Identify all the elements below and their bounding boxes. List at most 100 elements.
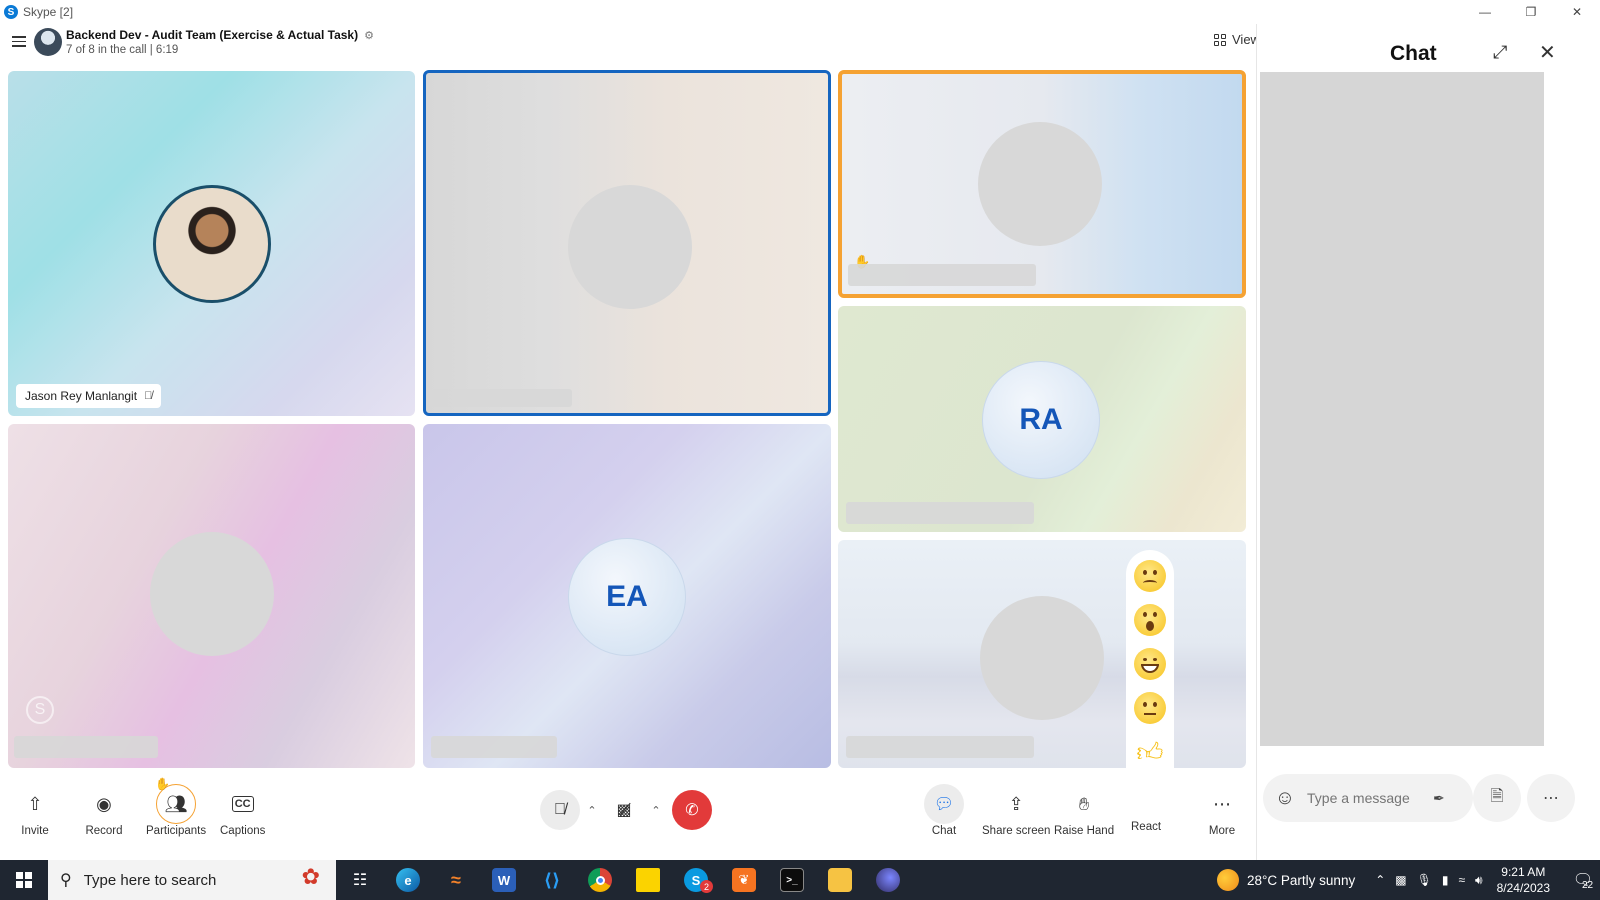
- task-view-button[interactable]: ☷: [336, 860, 384, 900]
- react-button[interactable]: React: [1131, 820, 1161, 833]
- participant-tile[interactable]: [423, 70, 831, 416]
- taskbar-app-sublime[interactable]: ≈: [432, 860, 480, 900]
- record-button[interactable]: ◉ Record: [84, 784, 124, 838]
- participants-button[interactable]: 👥︎ ✋ Participants: [146, 777, 206, 837]
- avatar: [153, 185, 271, 303]
- volume-icon[interactable]: 🔊︎: [1475, 873, 1483, 888]
- video-options-chevron-icon[interactable]: ⌃: [644, 804, 668, 817]
- raise-hand-label: Raise Hand: [1054, 825, 1115, 837]
- participant-tile[interactable]: S: [8, 424, 415, 768]
- chat-title: Chat: [1390, 42, 1437, 65]
- camera-off-icon: ▩̸: [616, 802, 632, 819]
- participant-tile[interactable]: ✋: [838, 70, 1246, 298]
- skype-logo-icon: S: [4, 5, 18, 19]
- more-button[interactable]: ⋯ More: [1202, 784, 1242, 838]
- share-screen-button[interactable]: ⇪ Share screen: [982, 784, 1050, 838]
- meet-now-icon[interactable]: ▩: [1395, 873, 1406, 888]
- mic-off-icon: 🎙̸: [144, 390, 153, 402]
- close-window-button[interactable]: ✕: [1554, 0, 1600, 24]
- emoji-picker-icon[interactable]: ☺: [1263, 787, 1307, 810]
- clock-date: 8/24/2023: [1496, 881, 1550, 895]
- battery-icon[interactable]: ▮: [1442, 873, 1449, 888]
- audio-options-chevron-icon[interactable]: ⌃: [580, 804, 604, 817]
- taskbar-app-chrome[interactable]: [576, 860, 624, 900]
- participant-tile[interactable]: EA: [423, 424, 831, 768]
- more-icon: ⋯: [1543, 790, 1559, 807]
- chat-button[interactable]: 💬︎ Chat: [924, 784, 964, 837]
- call-header: Backend Dev - Audit Team (Exercise & Act…: [0, 24, 1280, 68]
- participant-name-placeholder: [431, 736, 557, 758]
- taskbar-app-vscode[interactable]: ⟨⟩: [528, 860, 576, 900]
- start-button[interactable]: [0, 860, 48, 900]
- chat-panel: Chat ⤢ ✕ ☺ ✒ 🗎︎ ⋯: [1256, 24, 1600, 860]
- chat-icon: 💬︎: [924, 784, 964, 824]
- raise-hand-button[interactable]: ✋︎ Raise Hand: [1054, 784, 1115, 838]
- taskbar-app-xampp[interactable]: ❦: [720, 860, 768, 900]
- taskbar-app-edge[interactable]: e: [384, 860, 432, 900]
- taskbar-clock[interactable]: 9:21 AM 8/24/2023: [1497, 864, 1550, 896]
- end-call-button[interactable]: ✆: [672, 790, 712, 830]
- captions-button[interactable]: CC Captions: [220, 784, 265, 837]
- close-icon[interactable]: ✕: [1539, 40, 1556, 65]
- message-input[interactable]: [1307, 790, 1427, 806]
- laugh-emoji-icon[interactable]: [1134, 648, 1166, 680]
- participant-tile[interactable]: Jason Rey Manlangit 🎙̸: [8, 71, 415, 416]
- surprised-emoji-icon[interactable]: [1134, 604, 1166, 636]
- microphone-icon[interactable]: 🎙︎: [1417, 873, 1432, 888]
- system-tray: 28°C Partly sunny ⌃ ▩ 🎙︎ ▮ ≈ 🔊︎ 9:21 AM …: [1217, 860, 1600, 900]
- expand-icon[interactable]: ⤢: [1493, 42, 1507, 63]
- taskbar-app-obs[interactable]: [864, 860, 912, 900]
- vscode-icon: ⟨⟩: [543, 869, 561, 890]
- windows-taskbar: ⚲ Type here to search ✿ ☷ e ≈ W ⟨⟩ S 2 ❦…: [0, 860, 1600, 900]
- hang-up-icon: ✆: [685, 802, 699, 819]
- participant-name-placeholder: [14, 736, 158, 758]
- share-icon: ⇧: [27, 793, 43, 814]
- view-button[interactable]: View: [1214, 32, 1260, 47]
- invite-button[interactable]: ⇧ Invite: [15, 784, 55, 838]
- participant-name-placeholder: [846, 502, 1034, 524]
- participant-name-pill: Jason Rey Manlangit 🎙̸: [16, 384, 162, 408]
- avatar: EA: [568, 538, 686, 656]
- window-controls: — ❐ ✕: [1462, 0, 1600, 24]
- taskbar-search[interactable]: ⚲ Type here to search ✿: [48, 860, 336, 900]
- group-avatar[interactable]: [34, 28, 62, 56]
- more-options-button[interactable]: ⋯: [1527, 774, 1575, 822]
- media-controls: 🎙̸ ⌃ ▩̸ ⌃ ✆: [540, 790, 712, 830]
- camera-button[interactable]: ▩̸: [604, 790, 644, 830]
- restore-button[interactable]: ❐: [1508, 0, 1554, 24]
- participant-tile[interactable]: [838, 540, 1246, 768]
- react-label: React: [1131, 821, 1162, 833]
- minimize-button[interactable]: —: [1462, 0, 1508, 24]
- taskbar-app-terminal[interactable]: >_: [768, 860, 816, 900]
- mute-button[interactable]: 🎙̸: [540, 790, 580, 830]
- edge-icon: e: [396, 868, 420, 892]
- sublime-icon: ≈: [451, 869, 461, 890]
- wifi-icon[interactable]: ≈: [1458, 873, 1465, 888]
- notification-center-button[interactable]: 🗨︎ 22: [1566, 870, 1600, 891]
- xampp-icon: ❦: [732, 868, 756, 892]
- participant-name: Jason Rey Manlangit: [25, 389, 138, 403]
- word-icon: W: [492, 868, 516, 892]
- thinking-emoji-icon[interactable]: [1134, 692, 1166, 724]
- share-screen-icon: ⇪: [1008, 793, 1024, 814]
- avatar: [150, 532, 274, 656]
- partly-sunny-icon: [1217, 869, 1239, 891]
- taskbar-app-sticky-notes[interactable]: [624, 860, 672, 900]
- taskbar-app-file-explorer[interactable]: [816, 860, 864, 900]
- call-title[interactable]: Backend Dev - Audit Team (Exercise & Act…: [66, 28, 374, 42]
- sad-emoji-icon[interactable]: [1134, 560, 1166, 592]
- taskbar-app-word[interactable]: W: [480, 860, 528, 900]
- avatar: [980, 596, 1104, 720]
- chevron-up-icon[interactable]: ⌃: [1375, 873, 1385, 888]
- tray-icons: ⌃ ▩ 🎙︎ ▮ ≈ 🔊︎: [1375, 873, 1482, 888]
- task-view-icon: ☷: [352, 872, 368, 889]
- taskbar-app-skype[interactable]: S 2: [672, 860, 720, 900]
- participant-tile[interactable]: RA: [838, 306, 1246, 532]
- gear-icon[interactable]: ⚙: [364, 29, 374, 42]
- weather-widget[interactable]: 28°C Partly sunny: [1217, 869, 1355, 891]
- thumbs-up-icon[interactable]: 👍︎: [1134, 736, 1166, 768]
- format-text-icon[interactable]: ✒: [1433, 790, 1445, 807]
- invite-label: Invite: [21, 825, 49, 837]
- menu-icon[interactable]: [12, 36, 26, 48]
- send-file-button[interactable]: 🗎︎: [1473, 774, 1521, 822]
